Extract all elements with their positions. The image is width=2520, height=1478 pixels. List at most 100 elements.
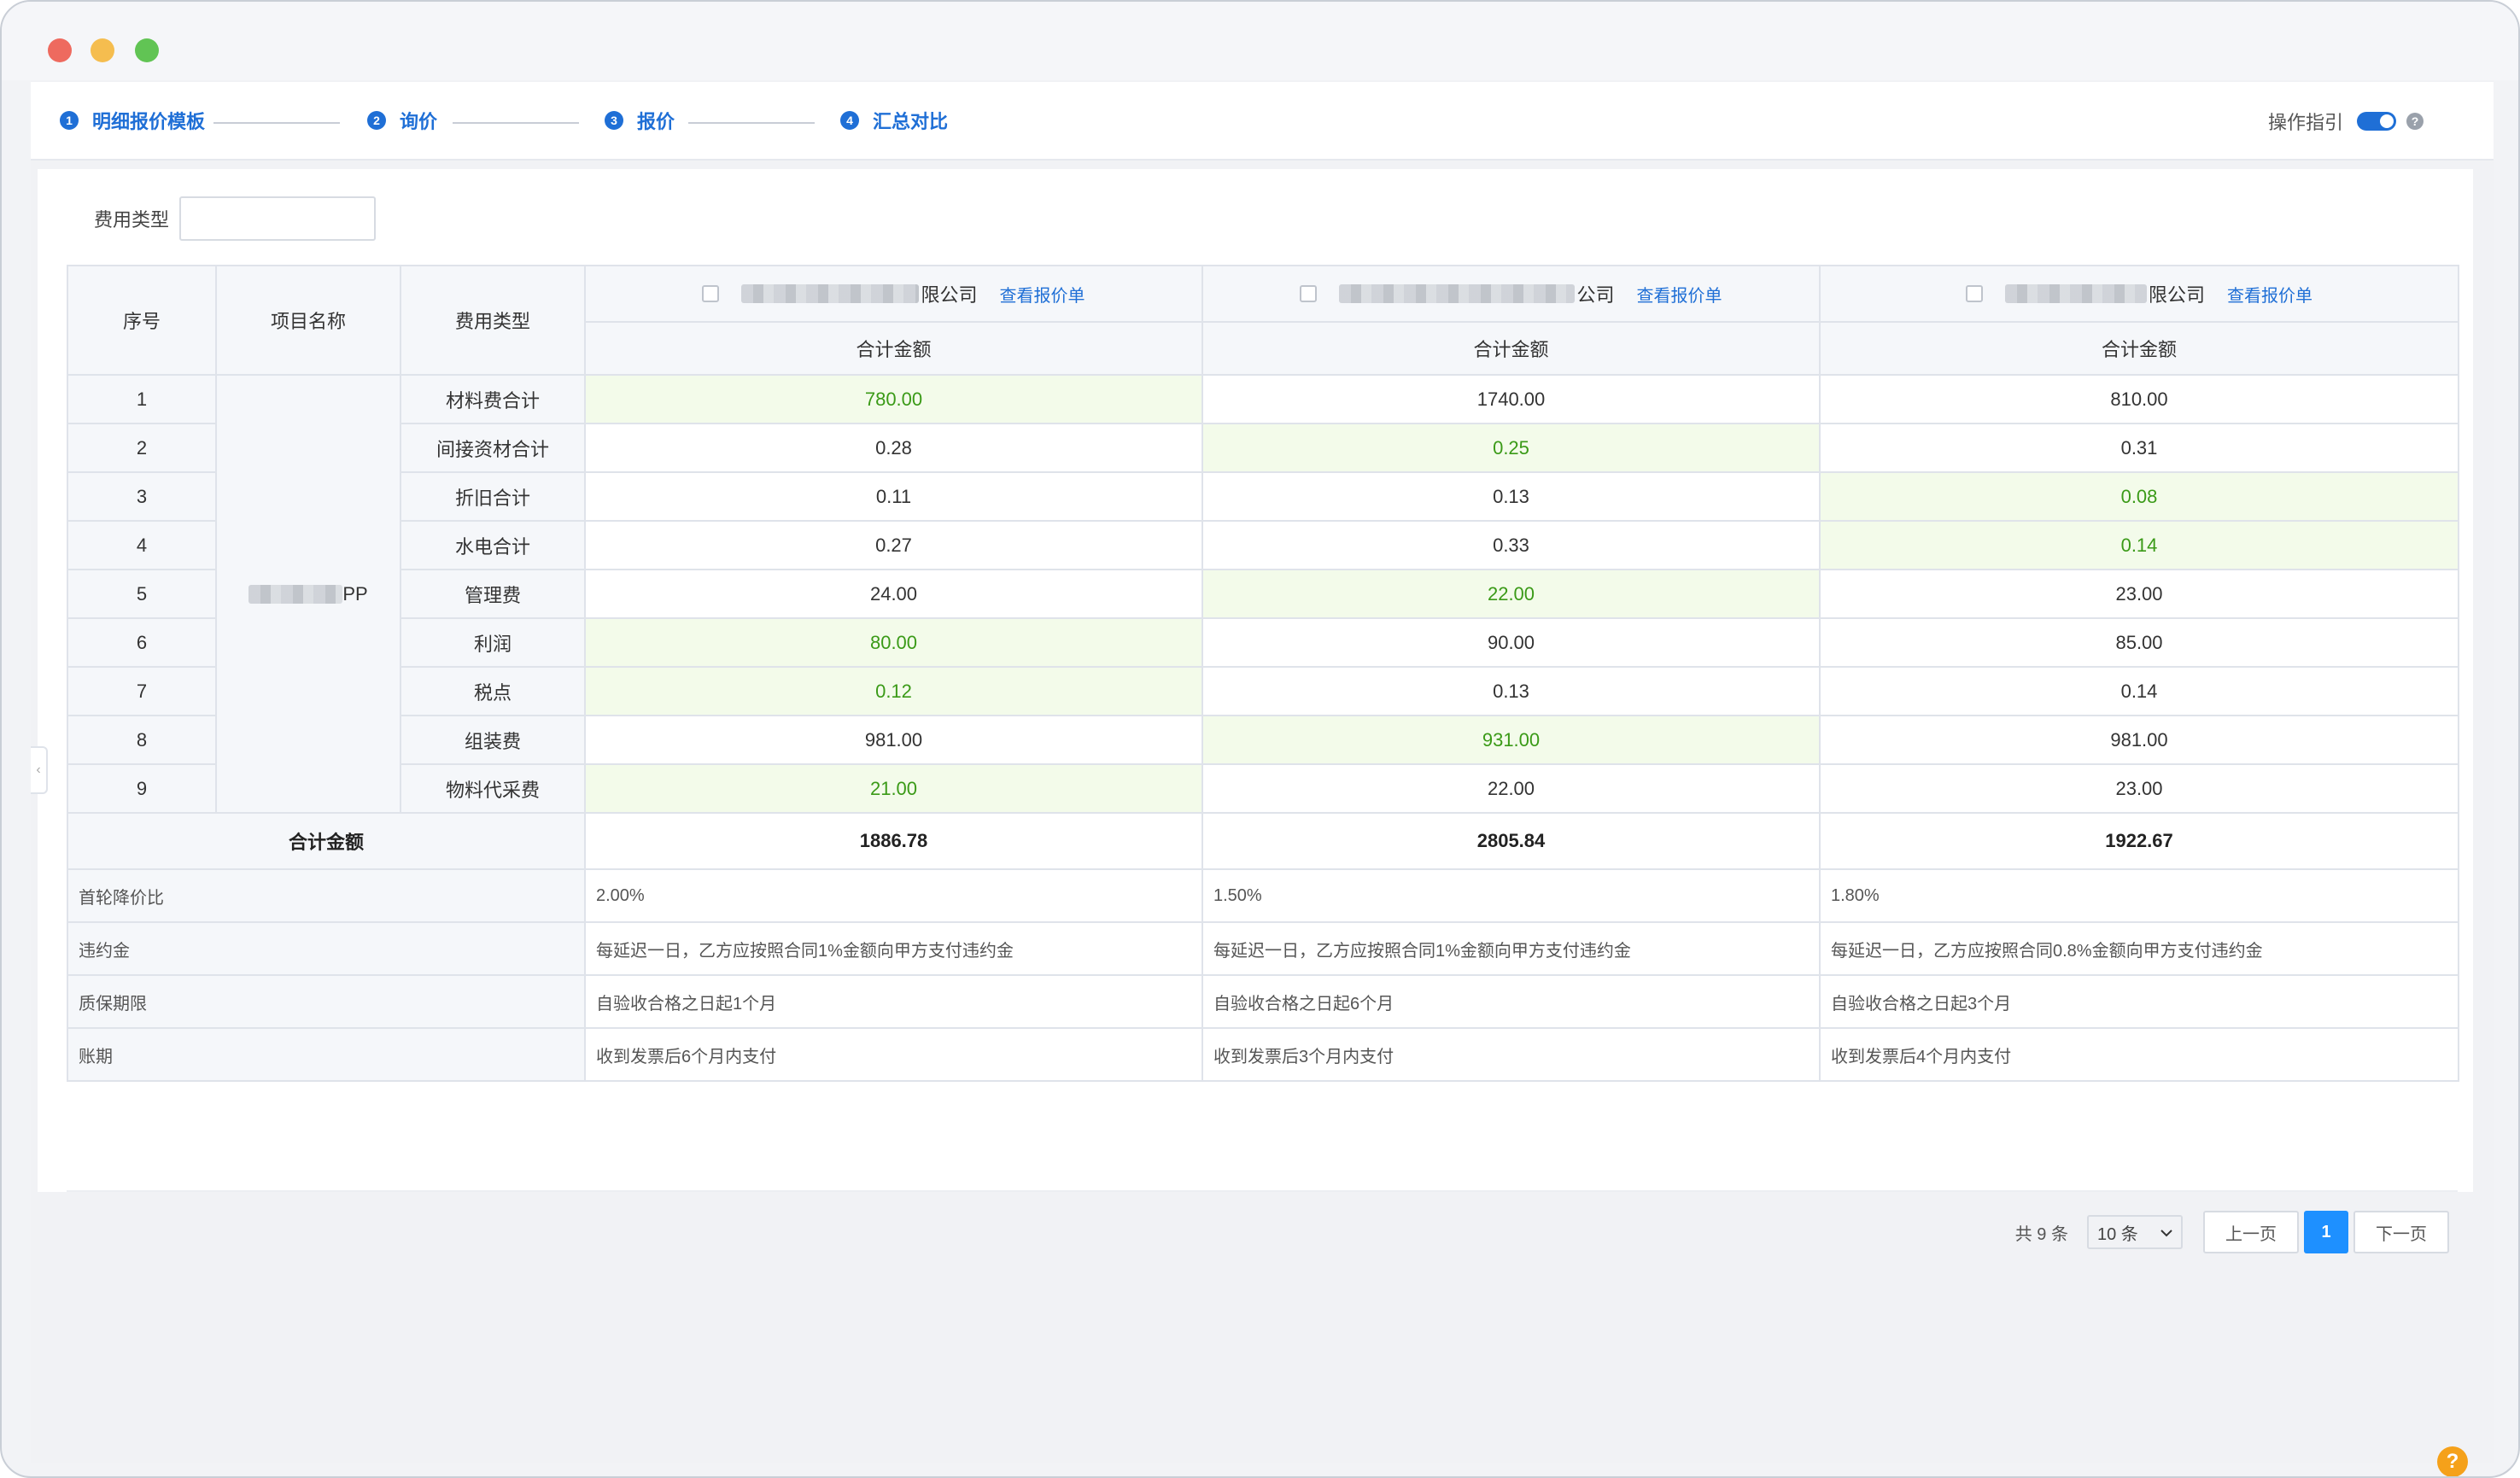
fee-type-cell: 物料代采费 <box>400 763 586 814</box>
view-quote-link[interactable]: 查看报价单 <box>1000 282 1085 307</box>
header-project-name: 项目名称 <box>215 265 401 376</box>
row-index: 4 <box>67 520 217 570</box>
operation-guide-label: 操作指引 <box>2267 112 2343 133</box>
step-4[interactable]: 4 汇总对比 <box>840 108 948 133</box>
step-label: 汇总对比 <box>873 111 949 132</box>
step-number: 4 <box>840 111 859 130</box>
minimize-window-button[interactable] <box>91 38 114 62</box>
pagination-total: 共 9 条 <box>2014 1224 2068 1244</box>
amount-cell: 810.00 <box>1819 374 2459 424</box>
fee-type-cell: 材料费合计 <box>400 374 586 424</box>
info-row: 首轮降价比 2.00% 1.50% 1.80% <box>67 868 2459 923</box>
comparison-table: 序号 项目名称 费用类型 限公司 查看报价单 公司 查看报价单 限公司 查看报价… <box>67 265 2459 1082</box>
step-number: 3 <box>605 111 623 130</box>
view-quote-link[interactable]: 查看报价单 <box>2227 282 2312 307</box>
prev-page-button[interactable]: 上一页 <box>2203 1211 2299 1253</box>
table-row: 3 折旧合计 0.11 0.13 0.08 <box>67 471 2459 522</box>
amount-cell: 0.11 <box>584 471 1203 522</box>
supplier-checkbox[interactable] <box>1965 285 1983 302</box>
supplier-checkbox[interactable] <box>702 285 720 302</box>
amount-cell: 23.00 <box>1819 569 2459 619</box>
page-size-select[interactable]: 10 条 <box>2087 1215 2183 1249</box>
close-window-button[interactable] <box>48 38 72 62</box>
table-row: 4 水电合计 0.27 0.33 0.14 <box>67 520 2459 570</box>
step-number: 2 <box>367 111 386 130</box>
row-index: 7 <box>67 666 217 716</box>
floating-help-button[interactable]: ? <box>2437 1446 2468 1476</box>
info-row: 违约金 每延迟一日，乙方应按照合同1%金额向甲方支付违约金 每延迟一日，乙方应按照合… <box>67 921 2459 976</box>
step-label: 询价 <box>400 111 438 132</box>
step-3[interactable]: 3 报价 <box>605 108 675 133</box>
chevron-left-icon: ‹ <box>36 762 41 777</box>
next-page-button[interactable]: 下一页 <box>2353 1211 2449 1253</box>
amount-cell: 1740.00 <box>1202 374 1821 424</box>
divider <box>67 1190 2458 1192</box>
total-amount-cell: 1886.78 <box>584 812 1203 870</box>
info-value-cell: 收到发票后6个月内支付 <box>584 1027 1203 1082</box>
amount-cell-lowest: 0.25 <box>1202 423 1821 473</box>
view-quote-link[interactable]: 查看报价单 <box>1637 282 1722 307</box>
page-number-current[interactable]: 1 <box>2304 1211 2348 1253</box>
page-size-value: 10 条 <box>2097 1224 2138 1244</box>
table-row: 6 利润 80.00 90.00 85.00 <box>67 617 2459 668</box>
supplier-header-3: 限公司 查看报价单 <box>1819 265 2459 323</box>
supplier-checkbox[interactable] <box>1300 285 1318 302</box>
header-total-amount: 合计金额 <box>584 321 1203 376</box>
app-content: 1 明细报价模板 2 询价 3 报价 4 汇总对比 操作指引 ? 费用类型 序号… <box>31 80 2494 1476</box>
row-index: 6 <box>67 617 217 668</box>
info-label: 账期 <box>67 1027 586 1082</box>
supplier-name: 限公司 <box>2148 284 2205 306</box>
fee-type-filter-label: 费用类型 <box>94 209 170 231</box>
info-value-cell: 自验收合格之日起3个月 <box>1819 974 2459 1029</box>
step-1[interactable]: 1 明细报价模板 <box>60 108 205 133</box>
info-value-cell: 收到发票后3个月内支付 <box>1202 1027 1821 1082</box>
amount-cell-lowest: 0.12 <box>584 666 1203 716</box>
supplier-header-1: 限公司 查看报价单 <box>584 265 1203 323</box>
total-amount-cell: 1922.67 <box>1819 812 2459 870</box>
info-value-cell: 每延迟一日，乙方应按照合同1%金额向甲方支付违约金 <box>1202 921 1821 976</box>
row-index: 9 <box>67 763 217 814</box>
amount-cell-lowest: 0.08 <box>1819 471 2459 522</box>
info-label: 质保期限 <box>67 974 586 1029</box>
table-row: 2 间接资材合计 0.28 0.25 0.31 <box>67 423 2459 473</box>
step-label: 明细报价模板 <box>92 111 206 132</box>
operation-guide: 操作指引 ? <box>2268 108 2424 135</box>
step-connector <box>453 122 579 124</box>
info-value-cell: 每延迟一日，乙方应按照合同1%金额向甲方支付违约金 <box>584 921 1203 976</box>
amount-cell: 90.00 <box>1202 617 1821 668</box>
amount-cell: 0.13 <box>1202 471 1821 522</box>
amount-cell: 981.00 <box>584 715 1203 765</box>
step-2[interactable]: 2 询价 <box>367 108 437 133</box>
supplier-name: 限公司 <box>921 284 978 306</box>
amount-cell-lowest: 80.00 <box>584 617 1203 668</box>
amount-cell: 0.27 <box>584 520 1203 570</box>
project-name: PP <box>342 582 368 605</box>
maximize-window-button[interactable] <box>135 38 159 62</box>
redacted-supplier-name <box>2004 284 2147 303</box>
total-amount-cell: 2805.84 <box>1202 812 1821 870</box>
info-value-cell: 自验收合格之日起1个月 <box>584 974 1203 1029</box>
project-name-cell: PP <box>215 374 401 814</box>
chevron-down-icon <box>2160 1223 2172 1242</box>
operation-guide-toggle[interactable] <box>2357 112 2396 131</box>
amount-cell: 85.00 <box>1819 617 2459 668</box>
pagination: 共 9 条 10 条 上一页 1 下一页 <box>2015 1211 2449 1253</box>
amount-cell-lowest: 0.14 <box>1819 520 2459 570</box>
header-total-amount: 合计金额 <box>1819 321 2459 376</box>
row-index: 2 <box>67 423 217 473</box>
info-value-cell: 每延迟一日，乙方应按照合同0.8%金额向甲方支付违约金 <box>1819 921 2459 976</box>
info-row: 质保期限 自验收合格之日起1个月 自验收合格之日起6个月 自验收合格之日起3个月 <box>67 974 2459 1029</box>
step-connector <box>213 122 340 124</box>
fee-type-cell: 税点 <box>400 666 586 716</box>
table-row: 5 管理费 24.00 22.00 23.00 <box>67 569 2459 619</box>
table-row: 8 组装费 981.00 931.00 981.00 <box>67 715 2459 765</box>
info-label: 违约金 <box>67 921 586 976</box>
fee-type-filter: 费用类型 <box>94 196 377 241</box>
step-label: 报价 <box>637 111 675 132</box>
header-fee-type: 费用类型 <box>400 265 586 376</box>
fee-type-cell: 水电合计 <box>400 520 586 570</box>
sidebar-collapse-handle[interactable]: ‹ <box>31 746 48 794</box>
help-icon[interactable]: ? <box>2406 113 2424 130</box>
amount-cell: 23.00 <box>1819 763 2459 814</box>
fee-type-filter-input[interactable] <box>179 196 377 241</box>
